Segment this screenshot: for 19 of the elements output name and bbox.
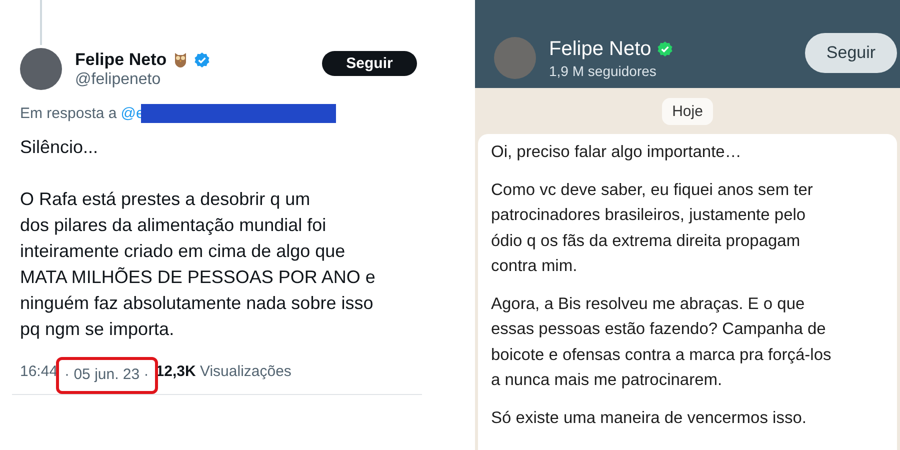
message-text: Só existe uma maneira de vencermos isso. [491, 408, 808, 428]
follow-button[interactable]: Seguir [805, 33, 897, 73]
tweet-text: Silêncio... [20, 136, 100, 159]
author-name: Felipe Neto [75, 50, 167, 70]
date-chip: Hoje [662, 98, 713, 125]
tweet-text: O Rafa está prestes a desobrir q um dos pilares da alimentação mundial foi inteiramente criado em cima de algo que MATA MILHÕES DE PESSOAS POR ANO e ninguém faz absolutamente nada sobre isso pq ngm se importa. [20, 188, 376, 341]
message-text: Agora, a Bis resolveu me abraças. E o que essas pessoas estão fazendo? Campanha de boicote e ofensas contra a marca pra forçá-los a nunca mais me patrocinarem. [491, 294, 832, 391]
view-count: 12,3K Visualizações [156, 363, 292, 380]
tweet-time: 16:44 [20, 363, 58, 380]
tweet-date[interactable]: · 05 jun. 23 · [56, 357, 158, 394]
channel-name: Felipe Neto [549, 38, 652, 60]
message-text: Como vc deve saber, eu fiquei anos sem ter patrocinadores brasileiros, justamente pelo ódio q os fãs da extrema direita propagam contra mim. [491, 180, 814, 277]
author-handle[interactable]: @felipeneto [75, 70, 322, 88]
message-text: Oi, preciso falar algo importante… [491, 142, 742, 163]
follower-count: 1,9 M seguidores [549, 62, 658, 78]
reply-label: Em resposta a [20, 104, 117, 122]
owl-icon [172, 51, 188, 68]
avatar[interactable] [20, 48, 62, 90]
follow-button[interactable]: Seguir [322, 50, 417, 76]
